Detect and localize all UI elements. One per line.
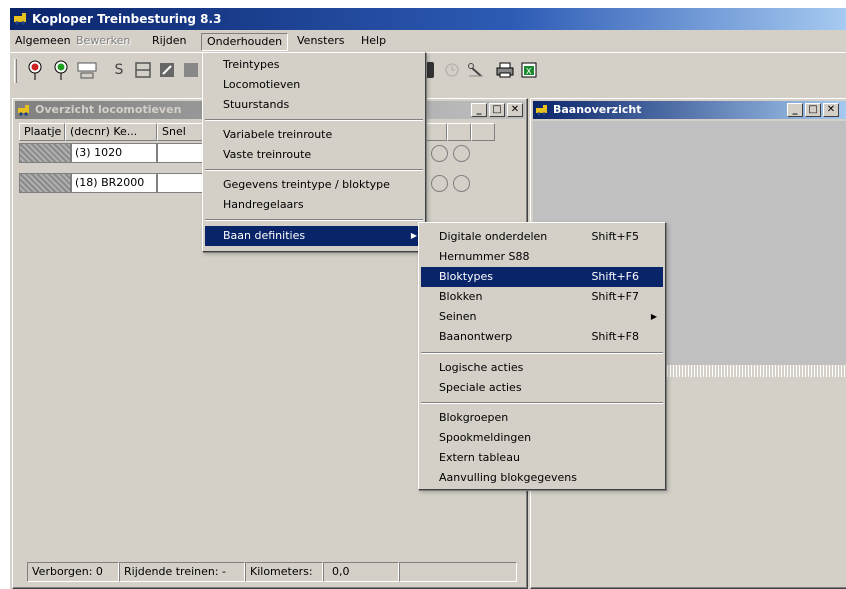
menu-item-locomotieven[interactable]: Locomotieven	[205, 75, 423, 95]
baan-definities-submenu: Digitale onderdelen Shift+F5 Hernummer S…	[418, 222, 666, 490]
loco-photo[interactable]	[19, 173, 71, 193]
loco-status-light[interactable]	[453, 175, 470, 192]
menu-separator	[205, 119, 423, 121]
loco-window-title: Overzicht locomotieven	[35, 103, 182, 116]
status-driving-trains: Rijdende treinen: -	[119, 562, 245, 582]
status-size-grip[interactable]	[399, 562, 517, 582]
loco-row-name[interactable]: (3) 1020	[71, 143, 157, 163]
menu-item-extern-tableau[interactable]: Extern tableau	[421, 448, 663, 468]
menu-item-aanvulling-blokgegevens[interactable]: Aanvulling blokgegevens	[421, 468, 663, 488]
loco-status-light[interactable]	[431, 175, 448, 192]
close-button[interactable]: ✕	[507, 103, 523, 117]
menu-item-blokken[interactable]: Blokken Shift+F7	[421, 287, 663, 307]
toolbar: S X	[10, 52, 846, 88]
track-window-title: Baanoverzicht	[553, 103, 642, 116]
menu-item-shortcut: Shift+F6	[591, 270, 639, 283]
menu-bewerken[interactable]: Bewerken	[71, 33, 135, 51]
signal-green-icon[interactable]	[50, 59, 72, 81]
menu-item-label: Blokken	[439, 290, 483, 303]
tool-icon[interactable]	[180, 59, 202, 81]
menu-item-digitale-onderdelen[interactable]: Digitale onderdelen Shift+F5	[421, 227, 663, 247]
menu-item-logische-acties[interactable]: Logische acties	[421, 358, 663, 378]
loco-row-name[interactable]: (18) BR2000	[71, 173, 157, 193]
locomotive-icon	[536, 105, 547, 116]
switch-icon[interactable]	[465, 59, 487, 81]
menu-separator	[421, 402, 663, 404]
menu-item-shortcut: Shift+F5	[591, 230, 639, 243]
menu-item-baanontwerp[interactable]: Baanontwerp Shift+F8	[421, 327, 663, 347]
menu-item-label: Bloktypes	[439, 270, 494, 283]
maximize-button[interactable]: □	[805, 103, 821, 117]
menu-item-label: Hernummer S88	[439, 250, 530, 263]
app-title: Koploper Treinbesturing 8.3	[32, 12, 222, 26]
stop-sign-icon[interactable]	[76, 59, 98, 81]
clock-icon[interactable]	[441, 59, 463, 81]
menu-item-shortcut: Shift+F8	[591, 330, 639, 343]
menu-help[interactable]: Help	[356, 33, 391, 51]
locomotive-icon	[14, 13, 26, 25]
svg-text:X: X	[526, 67, 532, 76]
menu-separator	[205, 169, 423, 171]
menubar: Algemeen Bewerken Rijden Onderhouden Ven…	[10, 30, 846, 52]
s-tool-label: S	[114, 62, 124, 78]
edit-icon[interactable]	[156, 59, 178, 81]
col-header-extra[interactable]	[471, 123, 495, 141]
menu-algemeen[interactable]: Algemeen	[10, 33, 76, 51]
menu-item-baan-definities[interactable]: Baan definities ▶	[205, 226, 423, 246]
col-header-extra[interactable]	[447, 123, 471, 141]
menu-item-treintypes[interactable]: Treintypes	[205, 55, 423, 75]
menu-item-label: Baanontwerp	[439, 330, 513, 343]
menu-item-blokgroepen[interactable]: Blokgroepen	[421, 408, 663, 428]
loco-status-light[interactable]	[431, 145, 448, 162]
menu-item-speciale-acties[interactable]: Speciale acties	[421, 378, 663, 398]
minimize-button[interactable]: _	[471, 103, 487, 117]
loco-statusbar: Verborgen: 0 Rijdende treinen: - Kilomet…	[19, 562, 519, 582]
menu-item-variabele-treinroute[interactable]: Variabele treinroute	[205, 125, 423, 145]
close-button[interactable]: ✕	[823, 103, 839, 117]
signal-red-icon[interactable]	[24, 59, 46, 81]
block-icon[interactable]	[132, 59, 154, 81]
menu-item-vaste-treinroute[interactable]: Vaste treinroute	[205, 145, 423, 165]
submenu-arrow-icon: ▶	[650, 312, 657, 321]
menu-item-gegevens-treintype[interactable]: Gegevens treintype / bloktype	[205, 175, 423, 195]
maximize-button[interactable]: □	[489, 103, 505, 117]
menu-item-stuurstands[interactable]: Stuurstands	[205, 95, 423, 115]
loco-status-light[interactable]	[453, 145, 470, 162]
excel-export-icon[interactable]: X	[518, 59, 540, 81]
menu-onderhouden[interactable]: Onderhouden	[201, 33, 289, 51]
menu-separator	[205, 219, 423, 221]
printer-icon[interactable]	[494, 59, 516, 81]
menu-item-shortcut: Shift+F7	[591, 290, 639, 303]
s-tool-button[interactable]: S	[108, 59, 130, 81]
app-titlebar[interactable]: Koploper Treinbesturing 8.3	[10, 8, 846, 30]
locomotive-icon	[18, 105, 29, 116]
menu-rijden[interactable]: Rijden	[147, 33, 191, 51]
onderhouden-menu: Treintypes Locomotieven Stuurstands Vari…	[202, 52, 426, 252]
menu-separator	[421, 352, 663, 354]
menu-item-baan-definities-label: Baan definities	[223, 229, 306, 242]
menu-item-bloktypes[interactable]: Bloktypes Shift+F6	[421, 267, 663, 287]
col-header-extra[interactable]	[423, 123, 447, 141]
status-hidden: Verborgen: 0	[27, 562, 119, 582]
col-header-name[interactable]: (decnr) Ke...	[65, 123, 157, 141]
submenu-arrow-icon: ▶	[410, 231, 417, 240]
menu-item-seinen[interactable]: Seinen ▶	[421, 307, 663, 327]
menu-item-handregelaars[interactable]: Handregelaars	[205, 195, 423, 215]
app-window: Koploper Treinbesturing 8.3 Algemeen Bew…	[10, 8, 846, 589]
status-km-label: Kilometers:	[245, 562, 323, 582]
toolbar-grip[interactable]	[14, 59, 17, 83]
col-header-plaatje[interactable]: Plaatje	[19, 123, 65, 141]
track-window-titlebar[interactable]: Baanoverzicht _ □ ✕	[533, 101, 846, 119]
loco-photo[interactable]	[19, 143, 71, 163]
menu-item-label: Seinen	[439, 310, 477, 323]
minimize-button[interactable]: _	[787, 103, 803, 117]
menu-vensters[interactable]: Vensters	[292, 33, 349, 51]
menu-item-hernummer-s88[interactable]: Hernummer S88	[421, 247, 663, 267]
menu-item-spookmeldingen[interactable]: Spookmeldingen	[421, 428, 663, 448]
status-km-value: 0,0	[323, 562, 399, 582]
menu-item-label: Digitale onderdelen	[439, 230, 548, 243]
